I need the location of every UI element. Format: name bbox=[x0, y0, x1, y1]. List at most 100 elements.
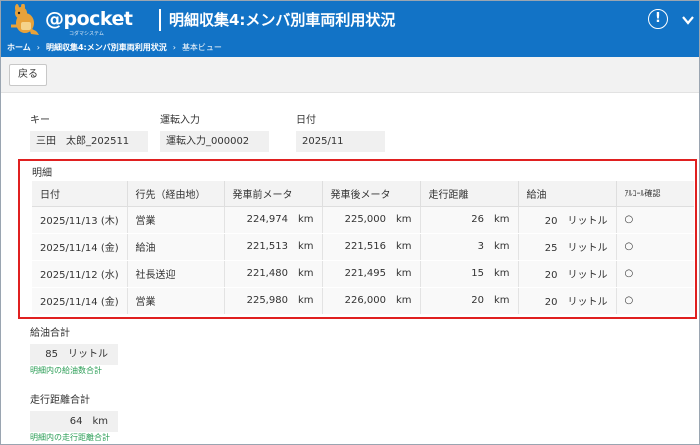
table-row: 2025/11/12 (水) 社長送迎 221,480 km 221,495 km … bbox=[32, 260, 694, 288]
meter-after-value: 221,516 bbox=[344, 241, 386, 252]
unit-liter: リットル bbox=[567, 270, 608, 281]
cell-date: 2025/11/12 (水) bbox=[32, 260, 128, 288]
cell-meter-before: 221,513 km bbox=[224, 233, 323, 261]
unit-liter: リットル bbox=[567, 243, 608, 254]
cell-distance: 26 km bbox=[420, 206, 519, 234]
logo-text: @pocket bbox=[45, 8, 133, 30]
detail-header-row: 日付 行先（経由地） 発車前メータ 発車後メータ 走行距離 給油 ｱﾙｺｰﾙ確認 bbox=[32, 181, 694, 207]
unit-km: km bbox=[395, 214, 412, 225]
cell-meter-before: 225,980 km bbox=[224, 287, 323, 315]
distance-value: 15 bbox=[471, 268, 484, 279]
alcohol-check-mark: ○ bbox=[624, 241, 634, 252]
unit-km: km bbox=[297, 268, 314, 279]
info-icon[interactable]: ! bbox=[648, 9, 668, 29]
date-value: 2025/11 bbox=[296, 131, 385, 152]
cell-destination: 社長送迎 bbox=[127, 260, 225, 288]
cell-fuel: 20 リットル bbox=[518, 206, 617, 234]
distance-total-label: 走行距離合計 bbox=[30, 395, 90, 406]
alcohol-check-mark: ○ bbox=[624, 295, 634, 306]
distance-total-unit: km bbox=[92, 416, 108, 427]
meter-before-value: 221,513 bbox=[246, 241, 288, 252]
distance-value: 26 bbox=[471, 214, 484, 225]
cell-fuel: 20 リットル bbox=[518, 260, 617, 288]
fuel-total-hint: 明細内の給油数合計 bbox=[30, 366, 102, 375]
fuel-value: 20 bbox=[544, 270, 558, 281]
unit-km: km bbox=[493, 214, 510, 225]
unit-km: km bbox=[297, 214, 314, 225]
fuel-total-value: 85 bbox=[45, 349, 58, 360]
table-row: 2025/11/14 (金) 給油 221,513 km 221,516 km 3k… bbox=[32, 233, 694, 261]
distance-total-value-box: 64 km bbox=[30, 411, 118, 432]
cell-date: 2025/11/14 (金) bbox=[32, 287, 128, 315]
unit-km: km bbox=[395, 295, 412, 306]
cell-meter-before: 221,480 km bbox=[224, 260, 323, 288]
logo-subtext: コダマシステム bbox=[69, 31, 104, 37]
column-header-meter-after: 発車後メータ bbox=[322, 181, 421, 207]
unit-km: km bbox=[297, 295, 314, 306]
driving-input-label: 運転入力 bbox=[160, 115, 200, 126]
app-logo[interactable]: @pocket コダマシステム bbox=[7, 4, 133, 37]
distance-total-field: 走行距離合計 64 km bbox=[30, 391, 118, 432]
breadcrumb: ホーム › 明細収集4:メンバ別車両利用状況 › 基本ビュー bbox=[1, 39, 699, 57]
cell-distance: 15 km bbox=[420, 260, 519, 288]
meter-after-value: 226,000 bbox=[344, 295, 386, 306]
cell-date: 2025/11/13 (木) bbox=[32, 206, 128, 234]
cell-date: 2025/11/14 (金) bbox=[32, 233, 128, 261]
unit-km: km bbox=[395, 268, 412, 279]
meter-after-value: 225,000 bbox=[344, 214, 386, 225]
cell-fuel: 20 リットル bbox=[518, 287, 617, 315]
unit-km: km bbox=[297, 241, 314, 252]
cell-distance: 3 km bbox=[420, 233, 519, 261]
column-header-alcohol-check: ｱﾙｺｰﾙ確認 bbox=[616, 181, 694, 207]
breadcrumb-app[interactable]: 明細収集4:メンバ別車両利用状況 bbox=[46, 43, 167, 52]
cell-alcohol-check: ○ bbox=[616, 233, 694, 261]
distance-total-hint: 明細内の走行距離合計 bbox=[30, 433, 110, 442]
cell-destination: 営業 bbox=[127, 287, 225, 315]
column-header-meter-before: 発車前メータ bbox=[224, 181, 323, 207]
date-field: 日付 2025/11 bbox=[296, 111, 385, 152]
toolbar: 戻る bbox=[1, 57, 699, 93]
cell-meter-after: 221,516 km bbox=[322, 233, 421, 261]
unit-liter: リットル bbox=[567, 297, 608, 308]
fuel-total-label: 給油合計 bbox=[30, 328, 70, 339]
cell-destination: 給油 bbox=[127, 233, 225, 261]
key-field: キー 三田 太郎_202511 bbox=[30, 111, 148, 152]
unit-liter: リットル bbox=[567, 216, 608, 227]
alcohol-check-mark: ○ bbox=[624, 214, 634, 225]
driving-input-value[interactable]: 運転入力_000002 bbox=[160, 131, 269, 152]
meter-before-value: 221,480 bbox=[246, 268, 288, 279]
alcohol-check-mark: ○ bbox=[624, 268, 634, 279]
fuel-value: 25 bbox=[544, 243, 558, 254]
page-title: 明細収集4:メンバ別車両利用状況 bbox=[169, 11, 396, 29]
distance-value: 20 bbox=[471, 295, 484, 306]
cell-alcohol-check: ○ bbox=[616, 260, 694, 288]
back-button[interactable]: 戻る bbox=[9, 64, 47, 86]
table-row: 2025/11/14 (金) 営業 225,980 km 226,000 km 20… bbox=[32, 287, 694, 315]
driving-input-field: 運転入力 運転入力_000002 bbox=[160, 111, 269, 152]
cell-meter-after: 221,495 km bbox=[322, 260, 421, 288]
meter-after-value: 221,495 bbox=[344, 268, 386, 279]
fuel-total-value-box: 85 リットル bbox=[30, 344, 118, 365]
breadcrumb-separator-icon: › bbox=[36, 43, 40, 52]
distance-total-value: 64 bbox=[69, 416, 83, 427]
fuel-value: 20 bbox=[544, 216, 558, 227]
column-header-distance: 走行距離 bbox=[420, 181, 519, 207]
cell-meter-after: 225,000 km bbox=[322, 206, 421, 234]
unit-km: km bbox=[493, 268, 510, 279]
breadcrumb-home[interactable]: ホーム bbox=[7, 43, 31, 52]
cell-fuel: 25 リットル bbox=[518, 233, 617, 261]
chevron-down-icon[interactable] bbox=[681, 13, 695, 27]
app-header: @pocket コダマシステム 明細収集4:メンバ別車両利用状況 ! bbox=[1, 1, 699, 39]
cell-meter-after: 226,000 km bbox=[322, 287, 421, 315]
cell-meter-before: 224,974 km bbox=[224, 206, 323, 234]
detail-section: 明細 日付 行先（経由地） 発車前メータ 発車後メータ 走行距離 給油 ｱﾙｺｰ… bbox=[18, 159, 697, 319]
cell-distance: 20 km bbox=[420, 287, 519, 315]
cell-alcohol-check: ○ bbox=[616, 287, 694, 315]
fuel-total-unit: リットル bbox=[68, 349, 108, 360]
cell-alcohol-check: ○ bbox=[616, 206, 694, 234]
breadcrumb-separator-icon: › bbox=[172, 43, 176, 52]
key-value: 三田 太郎_202511 bbox=[30, 131, 148, 152]
key-label: キー bbox=[30, 115, 50, 126]
kangaroo-mascot-icon bbox=[11, 4, 39, 35]
column-header-date: 日付 bbox=[32, 181, 128, 207]
